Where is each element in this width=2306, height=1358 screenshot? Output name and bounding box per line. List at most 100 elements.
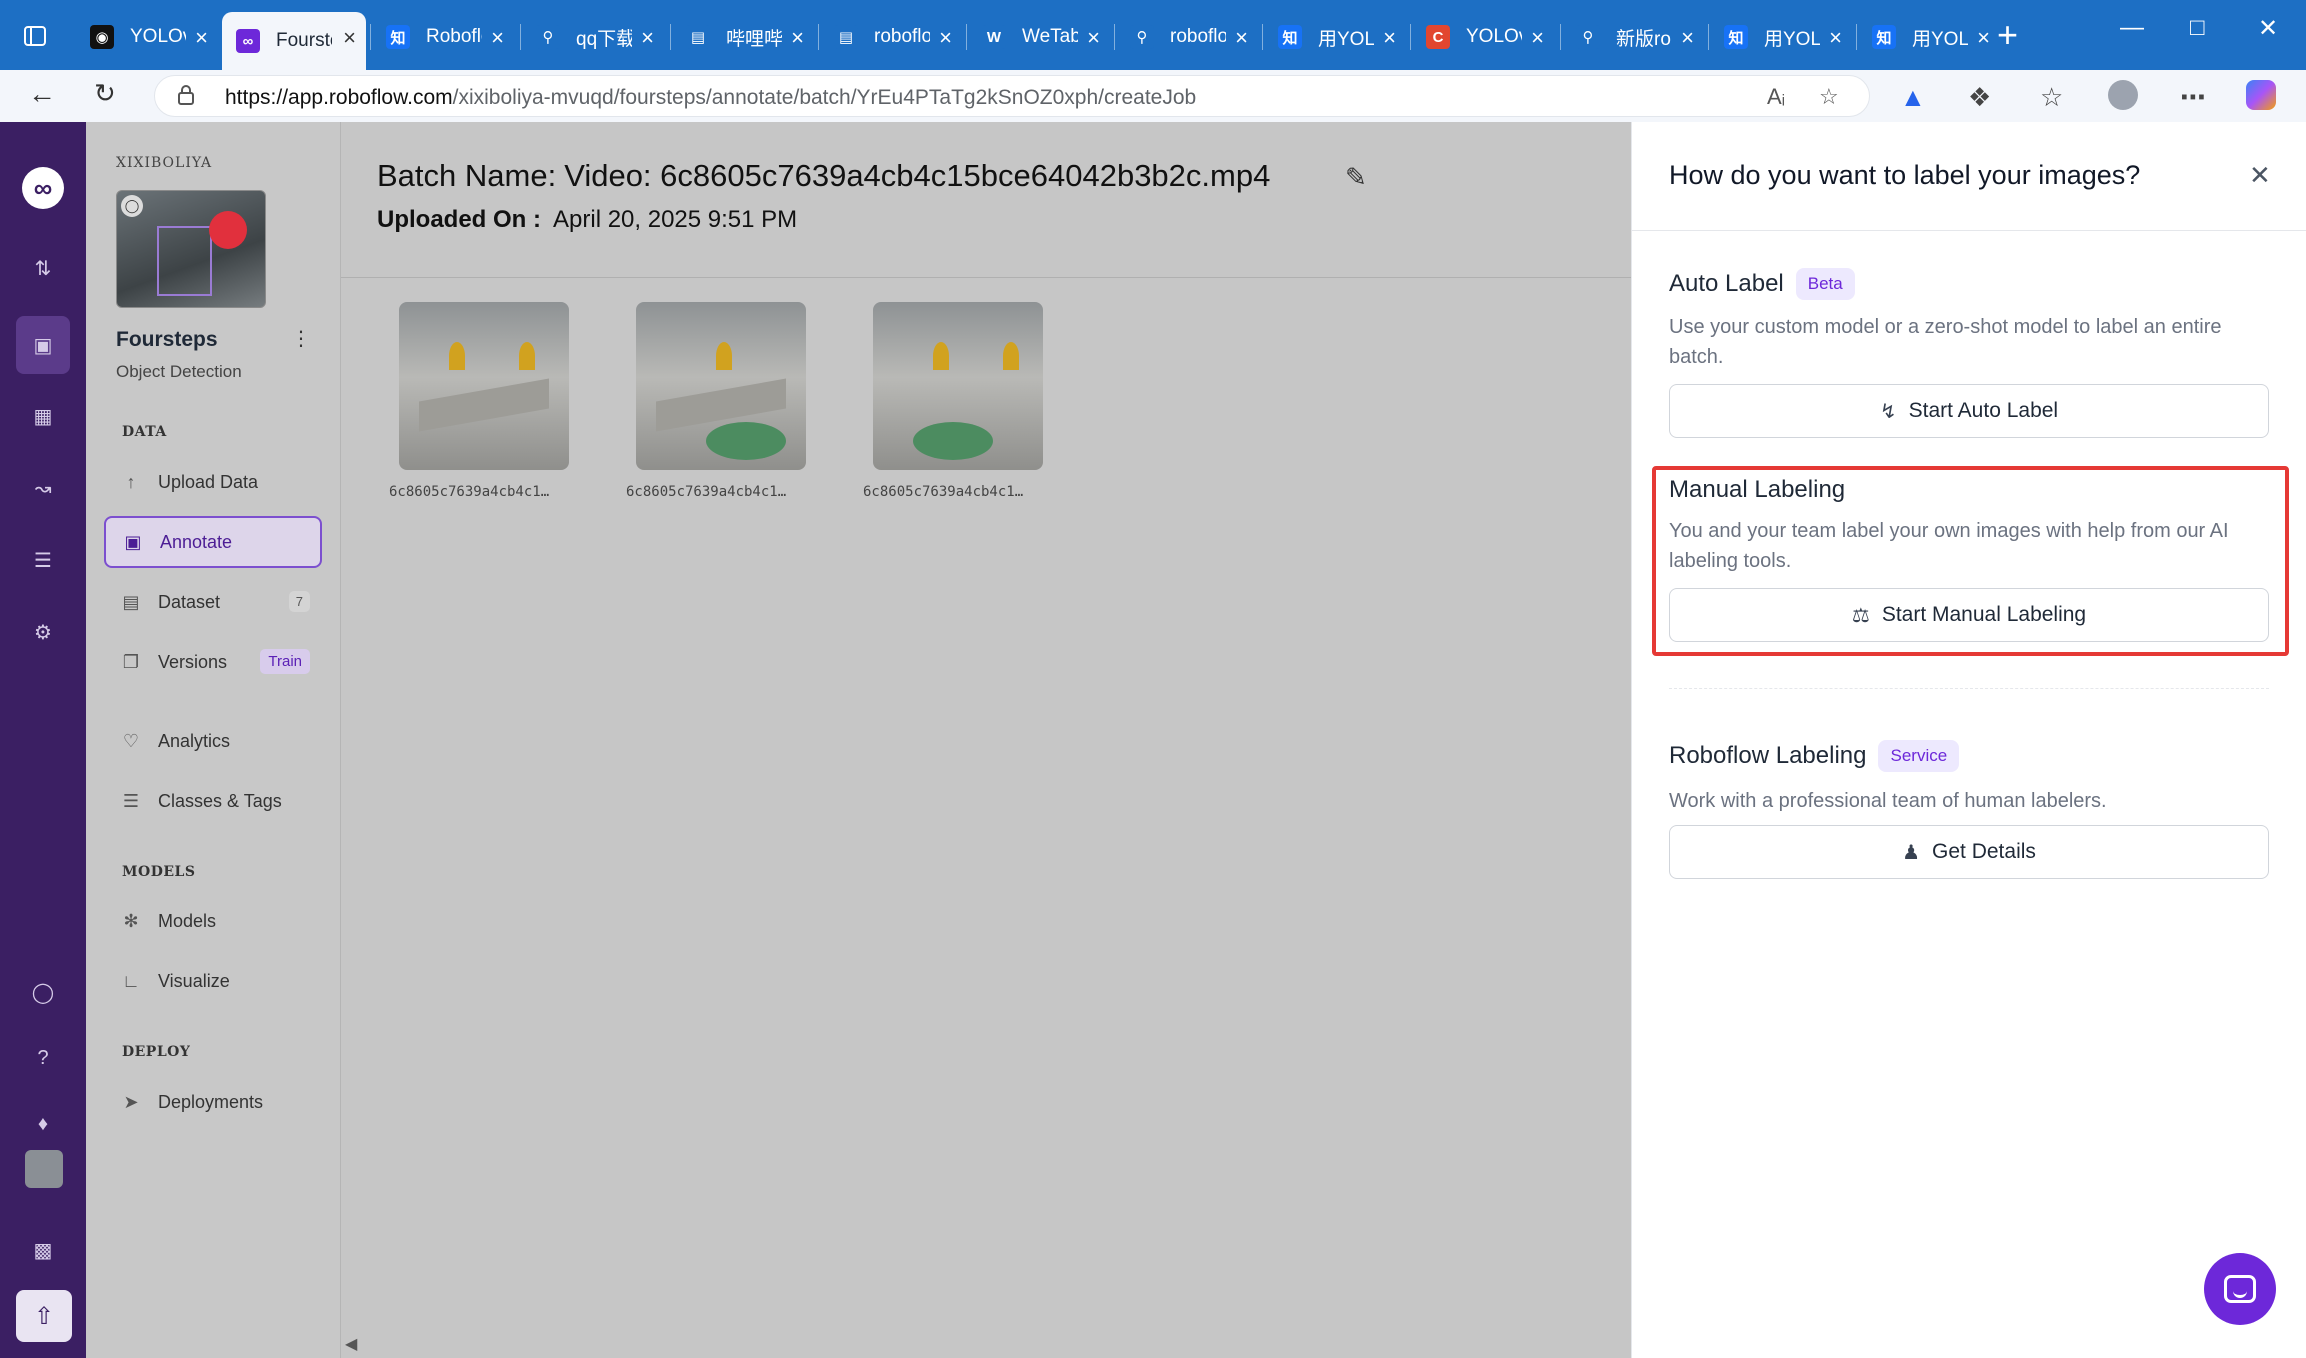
sidebar-item-dataset[interactable]: ▤ Dataset 7 (104, 576, 322, 628)
refresh-icon[interactable]: ↻ (94, 78, 116, 109)
close-icon[interactable]: ✕ (2249, 160, 2271, 191)
chat-support-button[interactable] (2204, 1253, 2276, 1325)
address-field[interactable]: https://app.roboflow.com/xixiboliya-mvuq… (154, 75, 1870, 117)
uploaded-value: April 20, 2025 9:51 PM (553, 206, 798, 233)
sidebar-item-deployments[interactable]: ➤ Deployments (104, 1076, 322, 1128)
help-icon[interactable]: ? (16, 1036, 70, 1080)
image-card[interactable]: 6c8605c7639a4cb4c1… (389, 302, 569, 500)
project-menu-icon[interactable]: ⋮ (291, 326, 311, 351)
browser-tab[interactable]: ▤ roboflow × (820, 12, 962, 62)
browser-tab[interactable]: ⚲ qq下载 × (522, 12, 664, 62)
deployments-rail-icon[interactable]: ☰ (16, 538, 70, 582)
roboflow-logo-icon[interactable]: ∞ (22, 167, 64, 209)
browser-tab[interactable]: 知用YOLO × (1858, 12, 2000, 62)
people-icon: ♟ (1902, 841, 1921, 864)
close-tab-icon[interactable]: × (1531, 25, 1544, 51)
settings-icon[interactable]: ⚙ (16, 610, 70, 654)
notifications-icon[interactable]: ♦ (16, 1102, 70, 1146)
start-auto-label-button[interactable]: ↯ Start Auto Label (1669, 384, 2269, 438)
browser-tab[interactable]: ◉ YOLOv × (76, 12, 218, 62)
tag-icon: ⚖ (1851, 604, 1870, 627)
auto-label-heading: Auto Label (1669, 270, 1784, 297)
new-tab-button[interactable]: + (1997, 14, 2018, 56)
image-card[interactable]: 6c8605c7639a4cb4c1… (863, 302, 1043, 500)
get-details-button[interactable]: ♟ Get Details (1669, 825, 2269, 879)
close-tab-icon[interactable]: × (1829, 25, 1842, 51)
browser-tab[interactable]: ∞ Foursteps × (222, 12, 366, 70)
close-tab-icon[interactable]: × (1235, 25, 1248, 51)
close-tab-icon[interactable]: × (1977, 25, 1990, 51)
puzzle-extensions-icon[interactable]: ❖ (1968, 82, 1991, 113)
favorite-star-icon[interactable]: ☆ (1819, 84, 1839, 110)
read-aloud-icon[interactable]: Aᵢ (1767, 84, 1785, 110)
sidebar-item-versions[interactable]: ❐ Versions Train (104, 636, 322, 688)
universe-icon[interactable]: ◯ (16, 970, 70, 1014)
close-tab-icon[interactable]: × (1383, 25, 1396, 51)
close-tab-icon[interactable]: × (195, 25, 208, 51)
scroll-left-icon[interactable]: ◀ (345, 1334, 357, 1354)
browser-tab[interactable]: ▤ 哔哩哔哩 × (672, 12, 814, 62)
favorites-icon[interactable]: ☆ (2040, 82, 2063, 113)
browser-tab[interactable]: 知 Roboflow × (372, 12, 514, 62)
sidebar-item-analytics[interactable]: ♡ Analytics (104, 715, 322, 767)
maximize-button[interactable]: □ (2190, 14, 2205, 42)
tab-separator (818, 24, 819, 50)
browser-tab[interactable]: ⚲ roboflow × (1116, 12, 1258, 62)
workspaces-icon[interactable] (18, 20, 52, 52)
zhihu-icon: 知 (386, 25, 410, 49)
workspace-name: XIXIBOLIYA (116, 155, 213, 171)
transfer-icon[interactable]: ⇅ (16, 246, 70, 290)
projects-icon[interactable]: ▣ (16, 316, 70, 374)
image-thumbnail (399, 302, 569, 470)
extension-icon[interactable]: ▲ (1900, 82, 1926, 113)
close-tab-icon[interactable]: × (491, 25, 504, 51)
sidebar-item-annotate[interactable]: ▣ Annotate (104, 516, 322, 568)
wetab-icon: W (982, 25, 1006, 49)
browser-tab-title: 用YOLO (1912, 28, 1968, 50)
project-thumbnail[interactable]: ◯ (116, 190, 266, 308)
panel-title: How do you want to label your images? (1669, 160, 2141, 190)
workflows-icon[interactable]: ▦ (16, 394, 70, 438)
start-manual-labeling-button[interactable]: ⚖ Start Manual Labeling (1669, 588, 2269, 642)
section-data-title: DATA (122, 424, 167, 440)
sidebar-item-upload[interactable]: ↑ Upload Data (104, 456, 322, 508)
image-thumbnail (636, 302, 806, 470)
section-deploy-title: DEPLOY (122, 1044, 191, 1060)
close-tab-icon[interactable]: × (343, 25, 356, 51)
close-tab-icon[interactable]: × (791, 25, 804, 51)
sidebar-item-visualize[interactable]: ∟ Visualize (104, 955, 322, 1007)
browser-tab[interactable]: ⚲ 新版ro × (1562, 12, 1704, 62)
more-icon[interactable]: ⋯ (2180, 82, 2206, 113)
image-caption: 6c8605c7639a4cb4c1… (626, 484, 787, 500)
browser-tab[interactable]: W WeTab × (968, 12, 1110, 62)
search-icon: ⚲ (1130, 25, 1154, 49)
back-icon[interactable]: ← (28, 78, 56, 110)
browser-tab[interactable]: 知用YOLO × (1264, 12, 1406, 62)
github-icon: ◉ (90, 25, 114, 49)
profile-avatar[interactable] (2108, 80, 2138, 110)
copilot-icon[interactable] (2246, 80, 2276, 110)
image-caption: 6c8605c7639a4cb4c1… (389, 484, 550, 500)
pencil-icon[interactable]: ✎ (1345, 162, 1367, 193)
label-options-panel: How do you want to label your images? ✕ … (1631, 122, 2306, 1358)
bilibili-icon: ▤ (834, 25, 858, 49)
image-card[interactable]: 6c8605c7639a4cb4c1… (626, 302, 806, 500)
tab-separator (670, 24, 671, 50)
sidebar-item-models[interactable]: ✻ Models (104, 895, 322, 947)
analytics-rail-icon[interactable]: ↝ (16, 466, 70, 510)
sidebar-item-classes[interactable]: ☰ Classes & Tags (104, 775, 322, 827)
browser-tab-title: WeTab (1022, 26, 1078, 47)
user-avatar[interactable] (25, 1150, 63, 1188)
close-tab-icon[interactable]: × (1681, 25, 1694, 51)
stack-icon[interactable]: ▩ (16, 1228, 70, 1272)
upload-icon[interactable]: ⇧ (16, 1290, 72, 1342)
browser-tab[interactable]: C YOLOv × (1412, 12, 1554, 62)
close-window-button[interactable]: ✕ (2258, 14, 2278, 43)
close-tab-icon[interactable]: × (1087, 25, 1100, 51)
tab-separator (1262, 24, 1263, 50)
browser-tab[interactable]: 知用YOLO × (1710, 12, 1852, 62)
minimize-button[interactable]: — (2120, 14, 2144, 42)
close-tab-icon[interactable]: × (939, 25, 952, 51)
address-toolbar: ← ↻ https://app.roboflow.com/xixiboliya-… (0, 70, 2306, 122)
close-tab-icon[interactable]: × (641, 25, 654, 51)
